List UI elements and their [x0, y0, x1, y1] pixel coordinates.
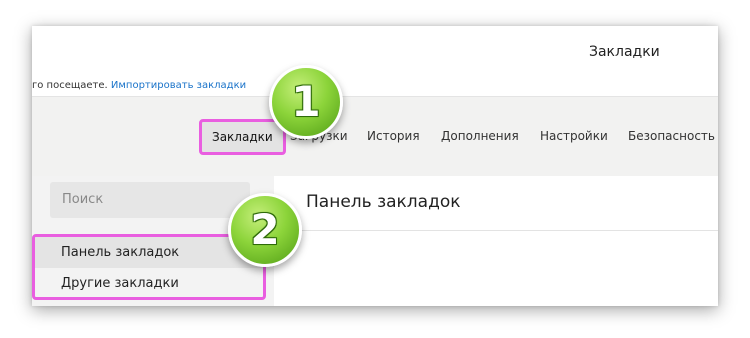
step-number-1: 1: [291, 77, 321, 126]
import-bookmarks-link[interactable]: Импортировать закладки: [111, 80, 246, 91]
content-title: Панель закладок: [306, 192, 461, 212]
sidebar-item-bookmarks-bar[interactable]: Панель закладок: [35, 237, 263, 268]
settings-nav: Закладки Загрузки История Дополнения Нас…: [32, 96, 718, 176]
search-input[interactable]: Поиск: [50, 182, 250, 218]
tab-settings[interactable]: Настройки: [540, 129, 608, 143]
content-divider: [274, 230, 718, 231]
step-badge-2: 2: [228, 193, 302, 267]
tab-history[interactable]: История: [367, 129, 420, 143]
step-number-2: 2: [250, 205, 280, 254]
tab-extensions[interactable]: Дополнения: [441, 129, 519, 143]
promo-text: го посещаете.: [32, 80, 108, 91]
bookmarks-content: Панель закладок: [274, 176, 718, 306]
tab-bookmarks[interactable]: Закладки: [199, 119, 286, 155]
browser-window: Закладки го посещаете. Импортировать зак…: [32, 26, 718, 306]
page-header: Закладки го посещаете. Импортировать зак…: [32, 26, 718, 96]
page-title: Закладки: [589, 44, 660, 60]
sidebar-item-other-bookmarks[interactable]: Другие закладки: [35, 268, 263, 297]
import-promo: го посещаете. Импортировать закладки: [32, 80, 246, 91]
tab-security[interactable]: Безопасность: [628, 129, 715, 143]
step-badge-1: 1: [269, 65, 343, 139]
